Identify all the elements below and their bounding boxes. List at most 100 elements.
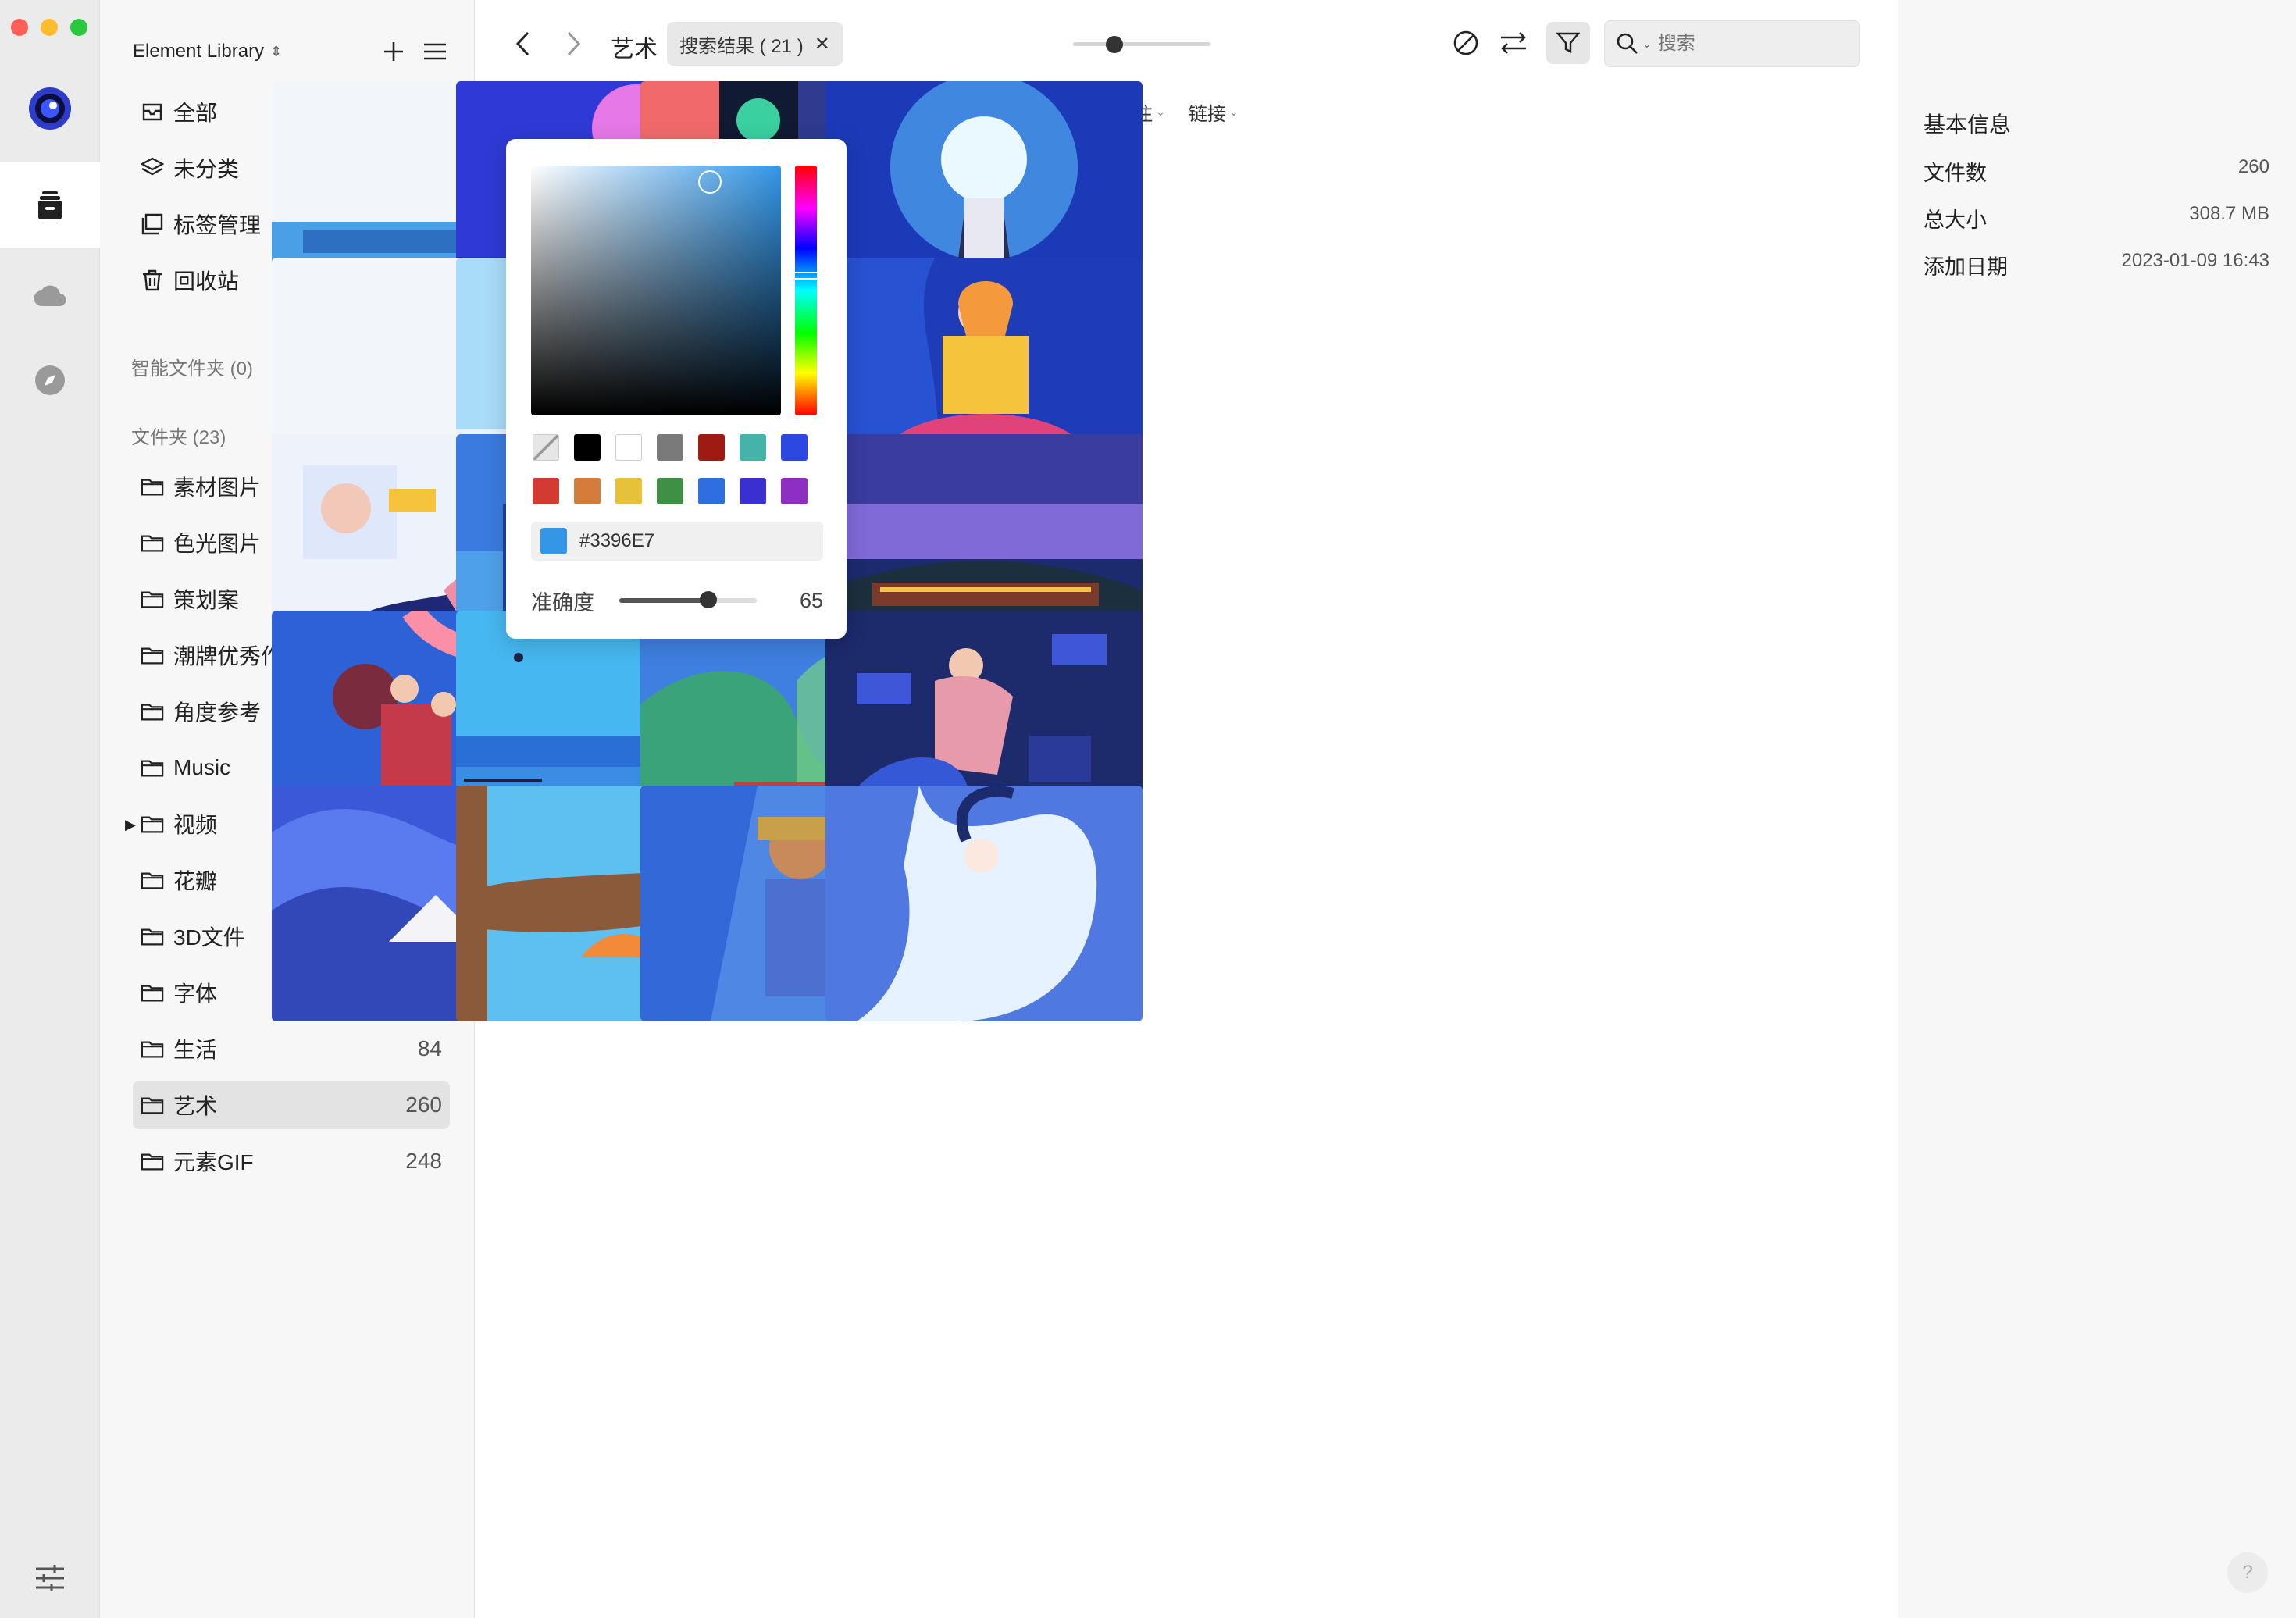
color-picker-popup: #3396E7 准确度 65 bbox=[506, 139, 847, 639]
color-swatch[interactable] bbox=[698, 478, 725, 504]
color-swatch[interactable] bbox=[740, 434, 766, 461]
color-swatch[interactable] bbox=[574, 478, 601, 504]
folder-icon bbox=[141, 1037, 164, 1060]
hue-slider[interactable] bbox=[795, 166, 817, 415]
folder-count: 248 bbox=[405, 1149, 442, 1173]
no-filter-icon[interactable] bbox=[1453, 30, 1479, 56]
current-color-preview bbox=[540, 528, 567, 554]
color-swatch[interactable] bbox=[615, 434, 642, 461]
inbox-icon bbox=[141, 100, 164, 123]
color-swatch[interactable] bbox=[657, 434, 683, 461]
folder-label: 角度参考 bbox=[173, 700, 262, 725]
folder-icon bbox=[141, 756, 164, 779]
filter-dropdown[interactable]: 链接 ⌄ bbox=[1189, 98, 1239, 126]
folder-label: 策划案 bbox=[173, 588, 240, 612]
sidebar-folder-item[interactable]: 艺术 260 bbox=[133, 1081, 450, 1129]
color-swatch[interactable] bbox=[781, 478, 808, 504]
smart-folders-header[interactable]: 智能文件夹 (0) bbox=[131, 353, 253, 380]
zoom-slider-knob[interactable] bbox=[1105, 36, 1123, 53]
color-swatch[interactable] bbox=[657, 478, 683, 504]
accuracy-slider-knob[interactable] bbox=[700, 591, 718, 608]
folder-label: 花瓣 bbox=[173, 869, 218, 893]
zoom-slider[interactable] bbox=[1073, 36, 1210, 53]
accuracy-label: 准确度 bbox=[531, 590, 594, 615]
folder-label: 色光图片 bbox=[173, 532, 262, 556]
sidebar-folder-item[interactable]: 生活 84 bbox=[133, 1025, 450, 1073]
no-color-swatch[interactable] bbox=[533, 434, 559, 461]
folders-header[interactable]: 文件夹 (23) bbox=[131, 422, 226, 449]
folder-icon bbox=[141, 925, 164, 948]
accuracy-slider-fill bbox=[619, 598, 709, 603]
sort-swap-icon[interactable] bbox=[1499, 31, 1528, 55]
info-panel-title: 基本信息 bbox=[1923, 112, 2012, 137]
close-window-button[interactable] bbox=[11, 19, 28, 36]
back-arrow-icon[interactable] bbox=[515, 31, 531, 56]
toolbar: 艺术 搜索结果 ( 21 ) ✕ ⌄ bbox=[475, 0, 1898, 87]
search-results-chip[interactable]: 搜索结果 ( 21 ) ✕ bbox=[667, 22, 843, 66]
hue-slider-handle[interactable] bbox=[792, 272, 820, 280]
accuracy-slider[interactable] bbox=[619, 591, 757, 608]
close-icon[interactable]: ✕ bbox=[815, 33, 830, 55]
help-button[interactable]: ? bbox=[2227, 1552, 2268, 1593]
color-swatch[interactable] bbox=[615, 478, 642, 504]
trash-icon bbox=[141, 269, 164, 292]
library-icon[interactable] bbox=[0, 162, 100, 248]
preset-swatches bbox=[533, 434, 808, 504]
folder-icon bbox=[141, 587, 164, 611]
thumbnail-card[interactable] bbox=[825, 786, 1143, 1021]
library-switcher[interactable]: Element Library bbox=[133, 41, 264, 62]
filter-label: 链接 bbox=[1188, 103, 1226, 125]
hex-value[interactable]: #3396E7 bbox=[579, 530, 654, 552]
tag-icon bbox=[141, 212, 164, 236]
folder-label: 字体 bbox=[173, 982, 218, 1006]
folder-label: 生活 bbox=[173, 1038, 218, 1062]
app-logo-icon[interactable] bbox=[0, 66, 100, 151]
menu-icon[interactable] bbox=[424, 43, 446, 60]
folder-label: 视频 bbox=[173, 813, 218, 837]
color-picker-handle[interactable] bbox=[698, 170, 722, 194]
folder-label: 素材图片 bbox=[173, 476, 262, 500]
accuracy-value: 65 bbox=[799, 588, 823, 612]
color-swatch[interactable] bbox=[533, 478, 559, 504]
folder-icon bbox=[141, 700, 164, 723]
hex-input[interactable]: #3396E7 bbox=[531, 522, 823, 561]
folder-icon bbox=[141, 475, 164, 498]
saturation-value-area[interactable] bbox=[531, 166, 781, 415]
minimize-window-button[interactable] bbox=[41, 19, 58, 36]
chevron-down-icon[interactable]: ⌄ bbox=[1642, 37, 1652, 51]
search-input[interactable] bbox=[1657, 33, 1830, 55]
zoom-window-button[interactable] bbox=[70, 19, 87, 36]
color-swatch[interactable] bbox=[781, 434, 808, 461]
chevron-updown-icon[interactable]: ⇕ bbox=[270, 44, 282, 60]
settings-sliders-icon[interactable] bbox=[0, 1535, 100, 1618]
window-controls bbox=[11, 19, 87, 36]
app-window: Element Library ⇕ 全部 1637 未分类 0 标签管理 0 回… bbox=[0, 0, 2296, 1618]
icon-rail bbox=[0, 0, 100, 1618]
color-swatch[interactable] bbox=[574, 434, 601, 461]
add-icon[interactable] bbox=[383, 41, 404, 62]
info-row-total-size: 总大小 308.7 MB bbox=[1923, 203, 2269, 232]
forward-arrow-icon[interactable] bbox=[565, 31, 581, 56]
breadcrumb-folder-title[interactable]: 艺术 bbox=[611, 30, 658, 64]
folder-label: Music bbox=[173, 755, 231, 779]
sidebar-folder-item[interactable]: 元素GIF 248 bbox=[133, 1137, 450, 1185]
accuracy-control: 准确度 65 bbox=[531, 581, 823, 620]
filter-button[interactable] bbox=[1546, 22, 1590, 64]
color-swatch[interactable] bbox=[740, 478, 766, 504]
expand-triangle-icon[interactable]: ▶ bbox=[125, 817, 136, 833]
compass-icon[interactable] bbox=[0, 337, 100, 423]
search-box[interactable]: ⌄ bbox=[1604, 20, 1860, 67]
cloud-icon[interactable] bbox=[0, 251, 100, 337]
folder-icon bbox=[141, 531, 164, 554]
folder-icon bbox=[141, 643, 164, 667]
filter-funnel-icon bbox=[1556, 32, 1580, 53]
library-header: Element Library ⇕ bbox=[133, 36, 446, 67]
search-results-label: 搜索结果 ( 21 ) bbox=[679, 35, 804, 57]
folder-count: 84 bbox=[417, 1036, 442, 1060]
chevron-down-icon: ⌄ bbox=[1228, 105, 1239, 118]
folder-label: 艺术 bbox=[173, 1094, 218, 1118]
folder-label: 3D文件 bbox=[173, 925, 245, 950]
thumbnail-image[interactable] bbox=[825, 786, 1143, 1021]
folder-icon bbox=[141, 812, 164, 836]
color-swatch[interactable] bbox=[698, 434, 725, 461]
